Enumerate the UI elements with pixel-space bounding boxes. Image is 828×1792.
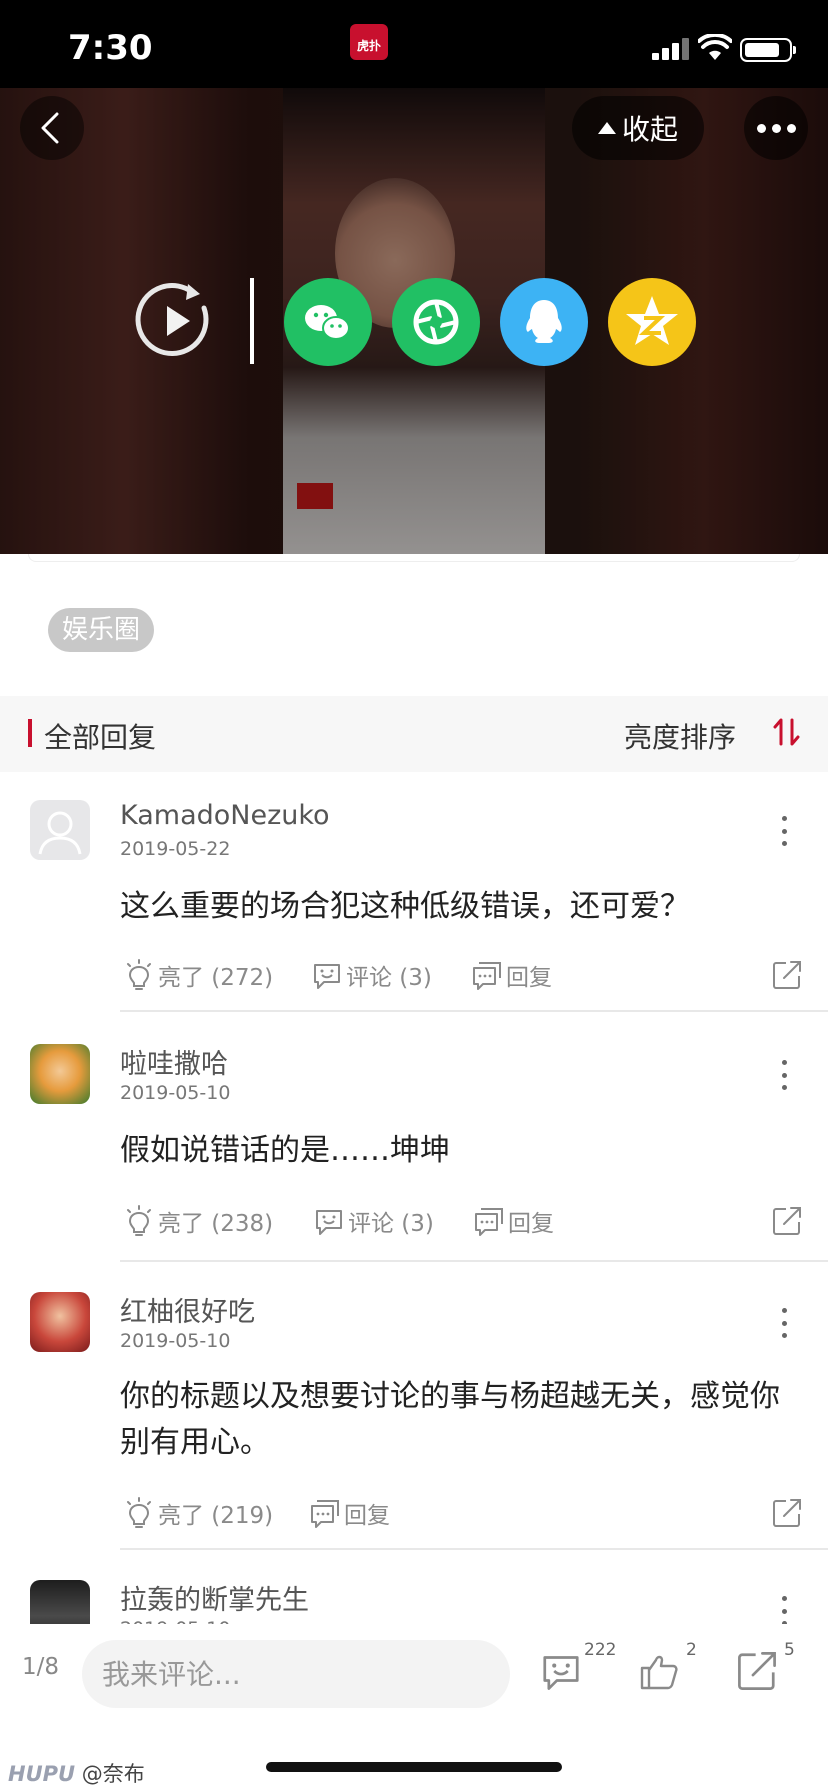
comment-text: 假如说错话的是……坤坤 <box>120 1133 450 1168</box>
row-divider <box>120 1010 828 1012</box>
comment-date: 2019-05-22 <box>120 838 231 860</box>
reply-label: 回复 <box>344 1503 390 1529</box>
comment-label: 评论 (3) <box>346 965 432 991</box>
like-action[interactable]: 亮了 (272) <box>122 958 273 992</box>
avatar[interactable] <box>30 1044 90 1104</box>
chevron-left-icon <box>41 112 59 144</box>
username[interactable]: KamadoNezuko <box>120 800 330 831</box>
comment-bubble-icon <box>310 958 344 992</box>
share-external-icon[interactable] <box>770 958 804 992</box>
replies-header: 全部回复 亮度排序 <box>0 696 828 772</box>
avatar[interactable] <box>30 1580 90 1624</box>
camera-aperture-icon <box>413 299 459 345</box>
like-action[interactable]: 亮了 (238) <box>122 1204 273 1238</box>
hupu-app-icon: 虎扑 <box>350 24 388 60</box>
home-indicator[interactable] <box>266 1762 562 1772</box>
username[interactable]: 拉轰的断掌先生 <box>120 1578 309 1617</box>
username[interactable]: 啦哇撒哈 <box>120 1042 228 1081</box>
comment-count: 222 <box>584 1640 617 1660</box>
sort-arrows-icon[interactable] <box>772 716 802 748</box>
reply-bubbles-icon <box>308 1496 342 1530</box>
app-badge-text: 虎扑 <box>356 39 381 53</box>
comment-more-icon[interactable] <box>776 1308 792 1338</box>
page-counter[interactable]: 1/8 <box>22 1654 59 1680</box>
replay-icon[interactable] <box>132 278 218 364</box>
row-divider <box>120 1260 828 1262</box>
more-options-button[interactable] <box>744 96 808 160</box>
post-tag[interactable]: 娱乐圈 <box>48 608 155 652</box>
comment-action[interactable]: 评论 (3) <box>310 958 432 992</box>
comment-date: 2019-05-10 <box>120 1330 231 1352</box>
comment-bubble-icon[interactable] <box>538 1648 584 1694</box>
section-marker <box>28 719 32 747</box>
lightbulb-icon <box>122 1496 156 1530</box>
watermark-author: @奈布 <box>81 1762 145 1786</box>
watermark-brand: HUPU <box>8 1762 76 1786</box>
comment-item: KamadoNezuko 2019-05-22 这么重要的场合犯这种低级错误，还… <box>0 772 828 1012</box>
comment-item: 红柚很好吃 2019-05-10 你的标题以及想要讨论的事与杨超越无关，感觉你别… <box>0 1264 828 1550</box>
bottom-bar: 1/8 222 2 5 <box>0 1624 828 1714</box>
reply-action[interactable]: 回复 <box>470 958 552 992</box>
comment-date: 2019-05-10 <box>120 1082 231 1104</box>
like-action[interactable]: 亮了 (219) <box>122 1496 273 1530</box>
comment-item: 拉轰的断掌先生 2019-05-10 <box>0 1552 828 1624</box>
comment-text: 你的标题以及想要讨论的事与杨超越无关，感觉你别有用心。 <box>120 1379 780 1460</box>
reply-action[interactable]: 回复 <box>472 1204 554 1238</box>
sort-button[interactable]: 亮度排序 <box>624 716 736 756</box>
card-edge <box>28 554 800 562</box>
lightbulb-icon <box>122 1204 156 1238</box>
like-label: 亮了 (219) <box>158 1503 274 1529</box>
comment-input[interactable] <box>82 1640 510 1708</box>
comment-more-icon[interactable] <box>776 816 792 846</box>
comment-action[interactable]: 评论 (3) <box>312 1204 434 1238</box>
avatar[interactable] <box>30 800 90 860</box>
reply-action[interactable]: 回复 <box>308 1496 390 1530</box>
wechat-icon <box>305 305 350 340</box>
reply-bubbles-icon <box>472 1204 506 1238</box>
lightbulb-icon <box>122 958 156 992</box>
comment-label: 评论 (3) <box>348 1211 434 1237</box>
like-label: 亮了 (272) <box>158 965 274 991</box>
status-time: 7:30 <box>68 28 153 68</box>
share-qzone-button[interactable] <box>608 278 696 366</box>
share-external-icon[interactable] <box>770 1496 804 1530</box>
default-user-icon <box>38 811 82 855</box>
like-label: 亮了 (238) <box>158 1211 274 1237</box>
like-count: 2 <box>686 1640 697 1660</box>
share-count: 5 <box>784 1640 795 1660</box>
reply-label: 回复 <box>506 965 552 991</box>
reply-label: 回复 <box>508 1211 554 1237</box>
reply-bubbles-icon <box>470 958 504 992</box>
qq-penguin-icon <box>526 300 562 343</box>
wifi-icon <box>698 34 732 60</box>
watermark: HUPU @奈布 <box>8 1758 145 1788</box>
thumbs-up-icon[interactable] <box>636 1648 682 1694</box>
replies-title: 全部回复 <box>44 721 157 754</box>
collapse-button[interactable]: 收起 <box>572 96 704 160</box>
avatar[interactable] <box>30 1292 90 1352</box>
share-external-icon[interactable] <box>734 1648 780 1694</box>
share-qq-button[interactable] <box>500 278 588 366</box>
battery-icon <box>740 38 796 62</box>
comment-more-icon[interactable] <box>776 1596 792 1624</box>
video-player[interactable]: 收起 <box>0 88 828 554</box>
collapse-label: 收起 <box>621 113 678 146</box>
share-divider <box>250 278 254 364</box>
share-wechat-button[interactable] <box>284 278 372 366</box>
comment-more-icon[interactable] <box>776 1060 792 1090</box>
username[interactable]: 红柚很好吃 <box>120 1290 255 1329</box>
caret-up-icon <box>597 122 616 134</box>
row-divider <box>120 1548 828 1550</box>
back-button[interactable] <box>20 96 84 160</box>
qzone-star-icon <box>626 296 678 345</box>
comment-item: 啦哇撒哈 2019-05-10 假如说错话的是……坤坤 亮了 (238) 评论 … <box>0 1016 828 1262</box>
cellular-signal-icon <box>652 38 690 60</box>
comment-text: 这么重要的场合犯这种低级错误，还可爱？ <box>120 889 690 924</box>
status-bar: 7:30 虎扑 <box>0 0 828 88</box>
share-moments-button[interactable] <box>392 278 480 366</box>
share-external-icon[interactable] <box>770 1204 804 1238</box>
comment-bubble-icon <box>312 1204 346 1238</box>
